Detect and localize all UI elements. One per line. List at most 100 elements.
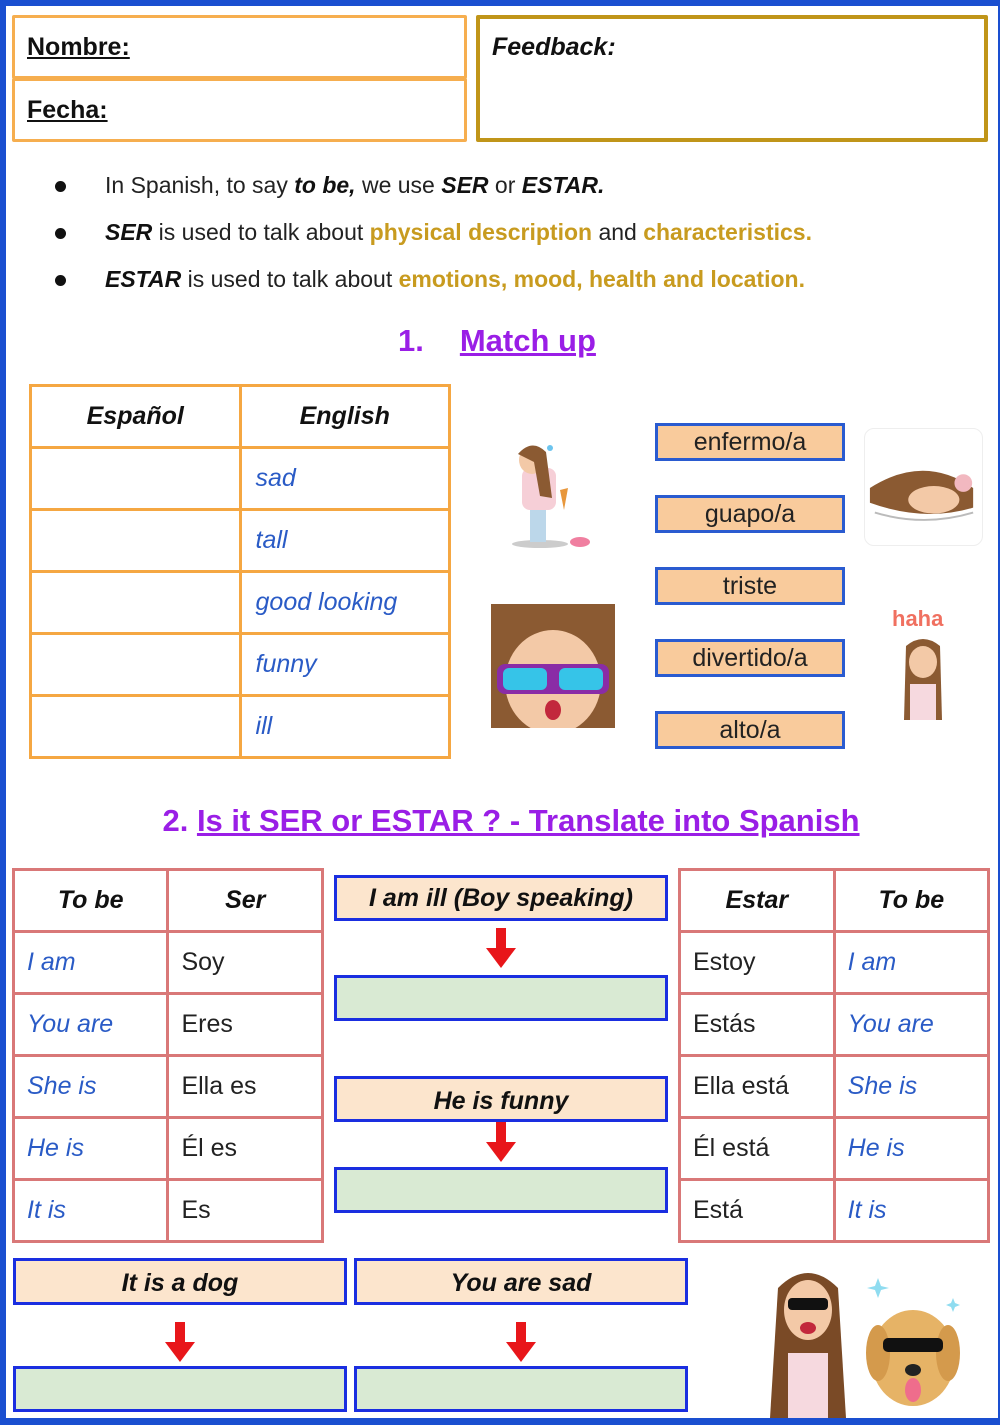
estar-form: Ella está (678, 1054, 836, 1119)
header-estar: Estar (678, 868, 836, 933)
answer-cell[interactable] (29, 446, 242, 511)
text: is used to talk about (181, 266, 399, 292)
text: ESTAR (105, 266, 182, 292)
date-label: Fecha: (27, 96, 108, 124)
name-label: Nombre: (27, 33, 130, 61)
prompt-box: I am ill (Boy speaking) (334, 875, 668, 921)
answer-box[interactable] (334, 975, 668, 1021)
table-row: She is Ella es (11, 1054, 324, 1119)
section1-title: 1. Match up (398, 323, 596, 359)
table-row: You are Eres (11, 992, 324, 1057)
table-row: ill (29, 694, 452, 759)
haha-text: haha (892, 606, 944, 631)
text: and (592, 219, 644, 245)
sick-in-bed-sticker (864, 428, 983, 546)
highlight-text: emotions, mood, health and location. (398, 266, 805, 292)
answer-cell[interactable] (29, 508, 242, 573)
english-pronoun: I am (11, 930, 170, 995)
ser-form: Él es (166, 1116, 324, 1181)
header-espanol: Español (29, 384, 242, 449)
english-word: good looking (238, 570, 452, 635)
intro-bullets: In Spanish, to say to be, we use SER or … (55, 168, 955, 309)
text: we use (355, 172, 442, 198)
estar-form: Estoy (678, 930, 836, 995)
estar-conjugation-table: Estar To be Estoy I am Estás You are Ella e… (678, 868, 991, 1243)
text: to be, (294, 172, 356, 198)
english-word: ill (238, 694, 452, 759)
word-chip[interactable]: enfermo/a (655, 423, 845, 461)
word-chip[interactable]: alto/a (655, 711, 845, 749)
english-pronoun: You are (11, 992, 170, 1057)
down-arrow-icon (486, 1122, 516, 1162)
english-pronoun: He is (832, 1116, 991, 1181)
bullet-item: SER is used to talk about physical descr… (55, 215, 955, 262)
english-pronoun: It is (832, 1178, 991, 1243)
english-word: sad (238, 446, 452, 511)
name-field[interactable]: Nombre: (12, 15, 467, 79)
answer-box[interactable] (13, 1366, 347, 1412)
lookin-good-sticker (491, 604, 615, 728)
table-row: It is Es (11, 1178, 324, 1243)
bullet-item: In Spanish, to say to be, we use SER or … (55, 168, 955, 215)
section-title-text: Is it SER or ESTAR ? - Translate into Sp… (196, 803, 860, 838)
table-row: Estás You are (678, 992, 991, 1057)
answer-box[interactable] (354, 1366, 688, 1412)
prompt-box: He is funny (334, 1076, 668, 1122)
answer-cell[interactable] (29, 570, 242, 635)
header-to-be: To be (832, 868, 991, 933)
text: or (488, 172, 522, 198)
word-chip[interactable]: triste (655, 567, 845, 605)
table-row: good looking (29, 570, 452, 635)
estar-form: Él está (678, 1116, 836, 1181)
bullet-icon (55, 228, 66, 239)
feedback-box[interactable]: Feedback: (476, 15, 988, 142)
table-row: sad (29, 446, 452, 511)
text: ESTAR. (521, 172, 605, 198)
table-row: funny (29, 632, 452, 697)
ser-form: Ella es (166, 1054, 324, 1119)
girl-with-dog-sticker (768, 1258, 968, 1418)
table-row: Él está He is (678, 1116, 991, 1181)
section-number: 2. (162, 803, 189, 838)
ser-form: Eres (166, 992, 324, 1057)
table-row: I am Soy (11, 930, 324, 995)
answer-cell[interactable] (29, 694, 242, 759)
ser-form: Soy (166, 930, 324, 995)
ser-conjugation-table: To be Ser I am Soy You are Eres She is Ella … (11, 868, 324, 1243)
text: In Spanish, to say (105, 172, 295, 198)
english-pronoun: It is (11, 1178, 170, 1243)
bullet-item: ESTAR is used to talk about emotions, mo… (55, 262, 955, 309)
section-number: 1. (398, 323, 424, 358)
header-to-be: To be (11, 868, 170, 933)
table-row: Ella está She is (678, 1054, 991, 1119)
text: SER (105, 219, 153, 245)
prompt-box: You are sad (354, 1258, 688, 1305)
header-english: English (238, 384, 452, 449)
table-row: Estoy I am (678, 930, 991, 995)
english-word: tall (238, 508, 452, 573)
section2-title: 2. Is it SER or ESTAR ? - Translate into… (0, 803, 1000, 839)
header-ser: Ser (166, 868, 324, 933)
table-row: tall (29, 508, 452, 573)
down-arrow-icon (165, 1322, 195, 1362)
student-info-box: Nombre: Fecha: (12, 15, 467, 142)
text: is used to talk about (152, 219, 370, 245)
crying-girl-sticker (500, 438, 600, 550)
bullet-icon (55, 275, 66, 286)
highlight-text: physical description (369, 219, 593, 245)
estar-form: Estás (678, 992, 836, 1057)
english-pronoun: She is (832, 1054, 991, 1119)
answer-box[interactable] (334, 1167, 668, 1213)
english-pronoun: You are (832, 992, 991, 1057)
word-chip[interactable]: divertido/a (655, 639, 845, 677)
down-arrow-icon (486, 928, 516, 968)
down-arrow-icon (506, 1322, 536, 1362)
text: SER (441, 172, 489, 198)
answer-cell[interactable] (29, 632, 242, 697)
date-field[interactable]: Fecha: (12, 78, 467, 142)
estar-form: Está (678, 1178, 836, 1243)
table-row: Está It is (678, 1178, 991, 1243)
word-chip[interactable]: guapo/a (655, 495, 845, 533)
feedback-label: Feedback: (492, 33, 616, 61)
ser-form: Es (166, 1178, 324, 1243)
